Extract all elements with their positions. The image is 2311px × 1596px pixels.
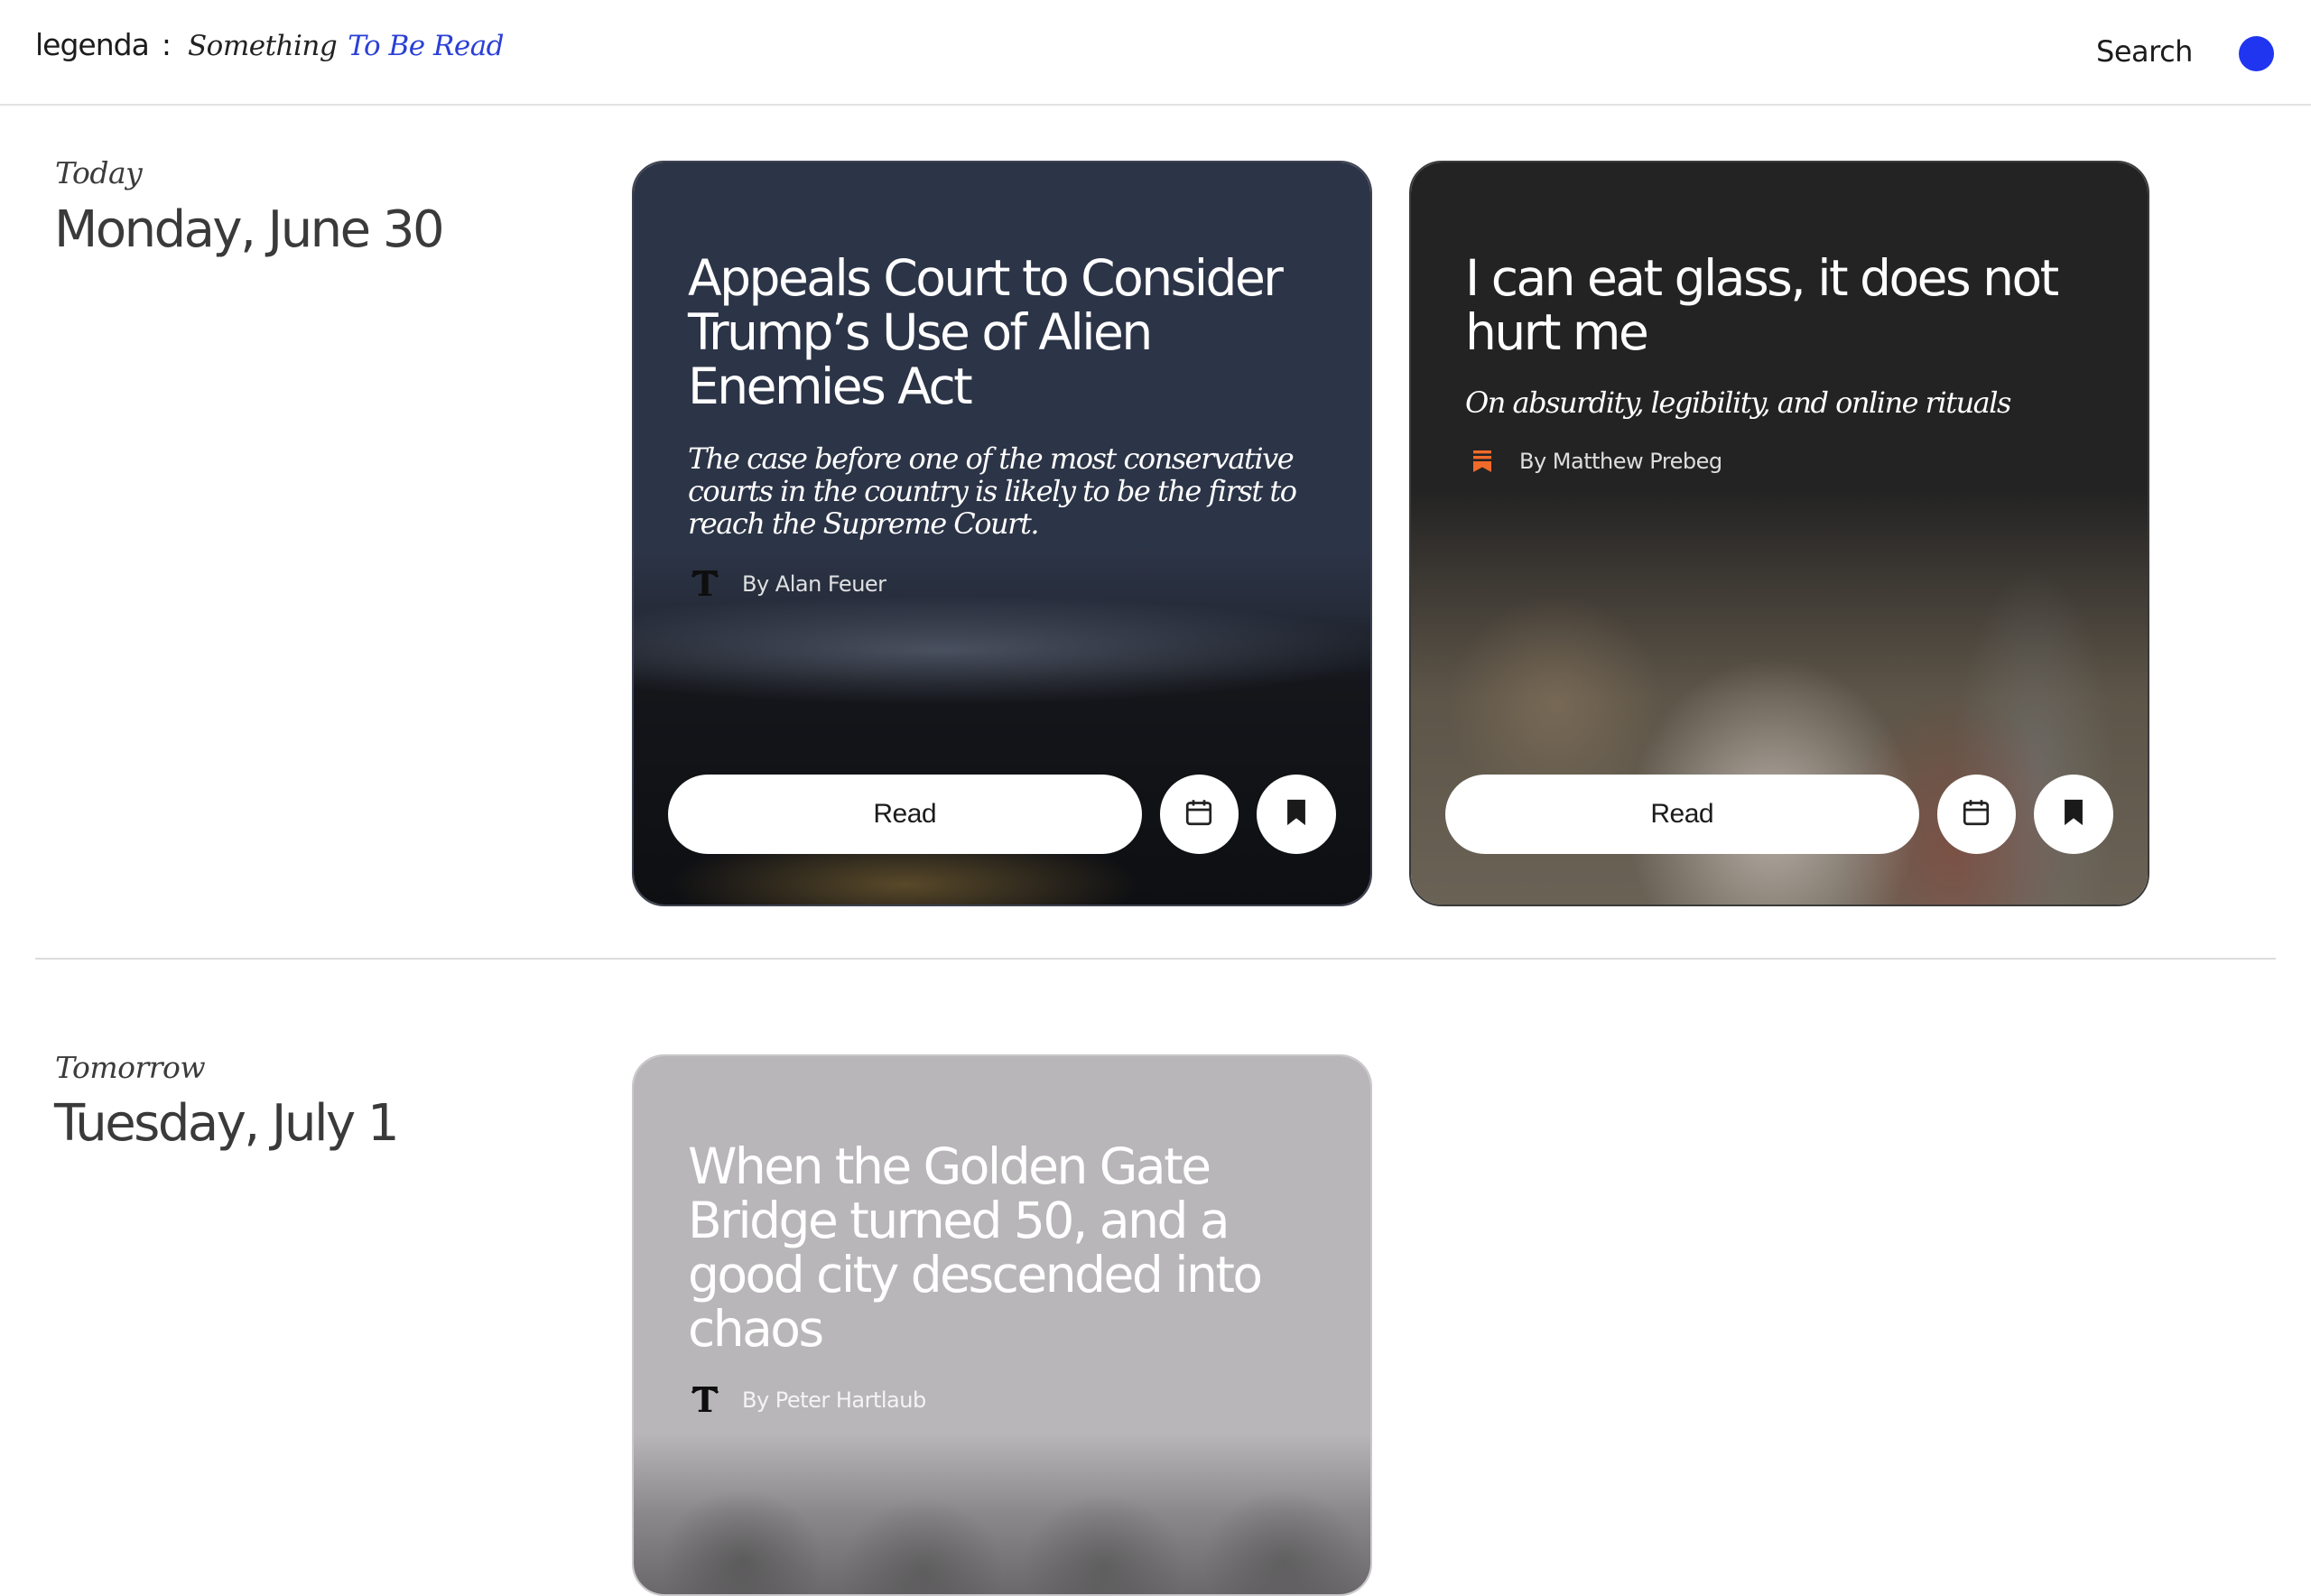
avatar[interactable] <box>2239 36 2274 71</box>
brand-tagline-part1: Something <box>187 30 338 62</box>
card-byline: T By Alan Feuer <box>688 566 1316 602</box>
brand-tagline-part2: To Be Read <box>348 30 505 62</box>
schedule-button[interactable] <box>1936 775 2017 854</box>
card-actions: Read <box>1445 775 2114 854</box>
day-eyebrow: Tomorrow <box>55 1050 206 1085</box>
card-title[interactable]: I can eat glass, it does not hurt me <box>1465 251 2093 359</box>
card-byline: T By Peter Hartlaub <box>688 1382 1316 1418</box>
search-link[interactable]: Search <box>2096 34 2193 69</box>
card-dek: The case before one of the most conserva… <box>688 441 1297 541</box>
card-title[interactable]: When the Golden Gate Bridge turned 50, a… <box>688 1139 1316 1356</box>
nyt-logo-icon: T <box>688 1382 722 1418</box>
card-title[interactable]: Appeals Court to Consider Trump’s Use of… <box>688 251 1316 413</box>
bookmark-icon <box>1283 797 1310 831</box>
day-date-title: Tuesday, July 1 <box>54 1094 400 1153</box>
byline-text: By Peter Hartlaub <box>742 1387 926 1413</box>
schedule-button[interactable] <box>1159 775 1239 854</box>
calendar-icon <box>1960 796 1992 832</box>
brand-separator: : <box>161 27 172 62</box>
top-bar: legenda : Something To Be Read Search <box>0 0 2311 106</box>
nyt-logo-icon: T <box>688 566 722 602</box>
byline-text: By Matthew Prebeg <box>1519 449 1722 474</box>
article-card[interactable]: Appeals Court to Consider Trump’s Use of… <box>632 161 1372 906</box>
bookmark-icon <box>2060 797 2087 831</box>
day-date-title: Monday, June 30 <box>54 200 445 259</box>
substack-icon <box>1465 444 1499 478</box>
bookmark-button[interactable] <box>2034 775 2114 854</box>
brand-logo[interactable]: legenda : Something To Be Read <box>35 27 505 62</box>
read-button[interactable]: Read <box>1445 775 1919 854</box>
card-actions: Read <box>668 775 1337 854</box>
card-dek: On absurdity, legibility, and online rit… <box>1465 385 2011 420</box>
article-card[interactable]: I can eat glass, it does not hurt me On … <box>1409 161 2149 906</box>
section-divider <box>35 958 2276 960</box>
calendar-icon <box>1183 796 1215 832</box>
brand-name: legenda <box>35 27 150 62</box>
read-button[interactable]: Read <box>668 775 1142 854</box>
byline-text: By Alan Feuer <box>742 571 886 597</box>
day-eyebrow: Today <box>55 155 143 190</box>
card-byline: By Matthew Prebeg <box>1465 444 2093 478</box>
article-card[interactable]: When the Golden Gate Bridge turned 50, a… <box>632 1054 1372 1596</box>
bookmark-button[interactable] <box>1257 775 1337 854</box>
